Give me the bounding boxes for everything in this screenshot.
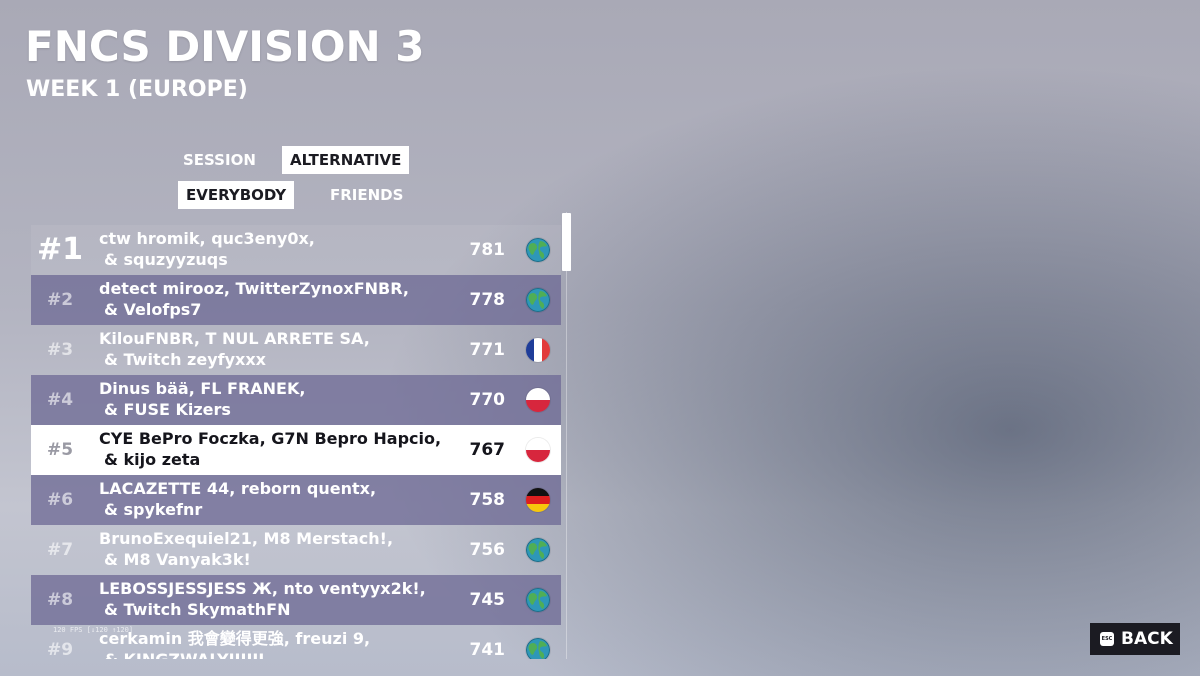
team-names: Dinus bää, FL FRANEK, & FUSE Kizers <box>99 378 305 420</box>
team-names-line1: CYE BePro Foczka, G7N Bepro Hapcio, <box>99 429 442 448</box>
tab-alternative[interactable]: ALTERNATIVE <box>282 146 410 174</box>
team-names-line1: BrunoExequiel21, M8 Merstach!, <box>99 529 394 548</box>
team-names-line2: & spykefnr <box>104 500 203 519</box>
page-subtitle: WEEK 1 (EUROPE) <box>26 77 248 102</box>
rank-label: #7 <box>46 540 74 560</box>
team-names-line2: & Velofps7 <box>104 300 202 319</box>
team-names: detect mirooz, TwitterZynoxFNBR, & Velofp… <box>99 278 409 320</box>
leaderboard-row[interactable]: #1 ctw hromik, quc3eny0x, & squzyyzuqs 78… <box>31 225 561 275</box>
team-names-line1: detect mirooz, TwitterZynoxFNBR, <box>99 279 409 298</box>
team-names: BrunoExequiel21, M8 Merstach!, & M8 Vanya… <box>99 528 393 570</box>
tab-everybody[interactable]: EVERYBODY <box>178 181 295 209</box>
globe-icon <box>526 288 550 312</box>
score-value: 756 <box>469 540 506 560</box>
score-value: 758 <box>469 490 506 510</box>
tab-friends[interactable]: FRIENDS <box>322 181 411 209</box>
team-names-line2: & kijo zeta <box>104 450 201 469</box>
germany-flag-icon <box>526 488 550 512</box>
globe-icon <box>526 238 550 262</box>
leaderboard-row-highlighted[interactable]: #5 CYE BePro Foczka, G7N Bepro Hapcio, & … <box>31 425 561 475</box>
leaderboard-row[interactable]: #8 LEBOSSJESSJESS Ж, nto ventyyx2k!, & Tw… <box>31 575 561 625</box>
globe-icon <box>526 588 550 612</box>
team-names-line2: & M8 Vanyak3k! <box>104 550 251 569</box>
team-names-line1: LACAZETTE 44, reborn quentx, <box>99 479 377 498</box>
tab-session[interactable]: SESSION <box>175 146 264 174</box>
rank-label: #5 <box>46 440 74 460</box>
team-names-line2: & KINGZWALYIIIIII <box>99 649 370 659</box>
team-names-line1: KilouFNBR, T NUL ARRETE SA, <box>99 329 370 348</box>
globe-icon <box>526 538 550 562</box>
team-names-line1: LEBOSSJESSJESS Ж, nto ventyyx2k!, <box>99 579 426 598</box>
score-value: 770 <box>469 390 506 410</box>
rank-label: #8 <box>46 590 74 610</box>
leaderboard-row[interactable]: #3 KilouFNBR, T NUL ARRETE SA, & Twitch z… <box>31 325 561 375</box>
esc-key-icon: ESC <box>1100 632 1114 646</box>
team-names-line1: cerkamin 我會變得更強, freuzi 9, <box>99 629 371 648</box>
team-names-line2: & FUSE Kizers <box>104 400 231 419</box>
rank-label: #3 <box>46 340 74 360</box>
score-value: 741 <box>469 640 506 659</box>
team-names: KilouFNBR, T NUL ARRETE SA, & Twitch zeyf… <box>99 328 370 370</box>
scrollbar-track[interactable] <box>566 212 567 659</box>
back-button[interactable]: ESC BACK <box>1090 623 1180 655</box>
leaderboard-row[interactable]: #7 BrunoExequiel21, M8 Merstach!, & M8 Va… <box>31 525 561 575</box>
globe-icon <box>526 638 550 659</box>
team-names-line1: ctw hromik, quc3eny0x, <box>99 229 315 248</box>
rank-label: #4 <box>46 390 74 410</box>
leaderboard-row[interactable]: #6 LACAZETTE 44, reborn quentx, & spykefn… <box>31 475 561 525</box>
leaderboard-row[interactable]: #2 detect mirooz, TwitterZynoxFNBR, & Vel… <box>31 275 561 325</box>
france-flag-icon <box>526 338 550 362</box>
leaderboard-list: #1 ctw hromik, quc3eny0x, & squzyyzuqs 78… <box>31 225 561 659</box>
back-button-label: BACK <box>1121 629 1173 649</box>
team-names: CYE BePro Foczka, G7N Bepro Hapcio, & kij… <box>99 428 441 470</box>
score-value: 781 <box>469 240 506 260</box>
rank-label: #2 <box>46 290 74 310</box>
team-names: cerkamin 我會變得更強, freuzi 9,& KINGZWALYIII… <box>99 628 370 659</box>
scrollbar-thumb[interactable] <box>562 213 571 271</box>
score-value: 767 <box>469 440 506 460</box>
leaderboard-row[interactable]: #4 Dinus bää, FL FRANEK, & FUSE Kizers 77… <box>31 375 561 425</box>
team-names-line1: Dinus bää, FL FRANEK, <box>99 379 306 398</box>
fps-counter: 120 FPS [↓120 ↑120] <box>53 626 134 634</box>
team-names-line2: & squzyyzuqs <box>104 250 228 269</box>
rank-label: #6 <box>46 490 74 510</box>
team-names: LEBOSSJESSJESS Ж, nto ventyyx2k!, & Twitc… <box>99 578 426 620</box>
score-value: 745 <box>469 590 506 610</box>
score-value: 771 <box>469 340 506 360</box>
poland-flag-icon <box>526 438 550 462</box>
team-names-line2: & Twitch zeyfyxxx <box>104 350 266 369</box>
score-value: 778 <box>469 290 506 310</box>
team-names: LACAZETTE 44, reborn quentx, & spykefnr <box>99 478 376 520</box>
team-names: ctw hromik, quc3eny0x, & squzyyzuqs <box>99 228 315 270</box>
page-title: FNCS DIVISION 3 <box>25 22 425 71</box>
rank-label: #1 <box>36 232 83 267</box>
team-names-line2: & Twitch SkymathFN <box>104 600 291 619</box>
poland-flag-icon <box>526 388 550 412</box>
